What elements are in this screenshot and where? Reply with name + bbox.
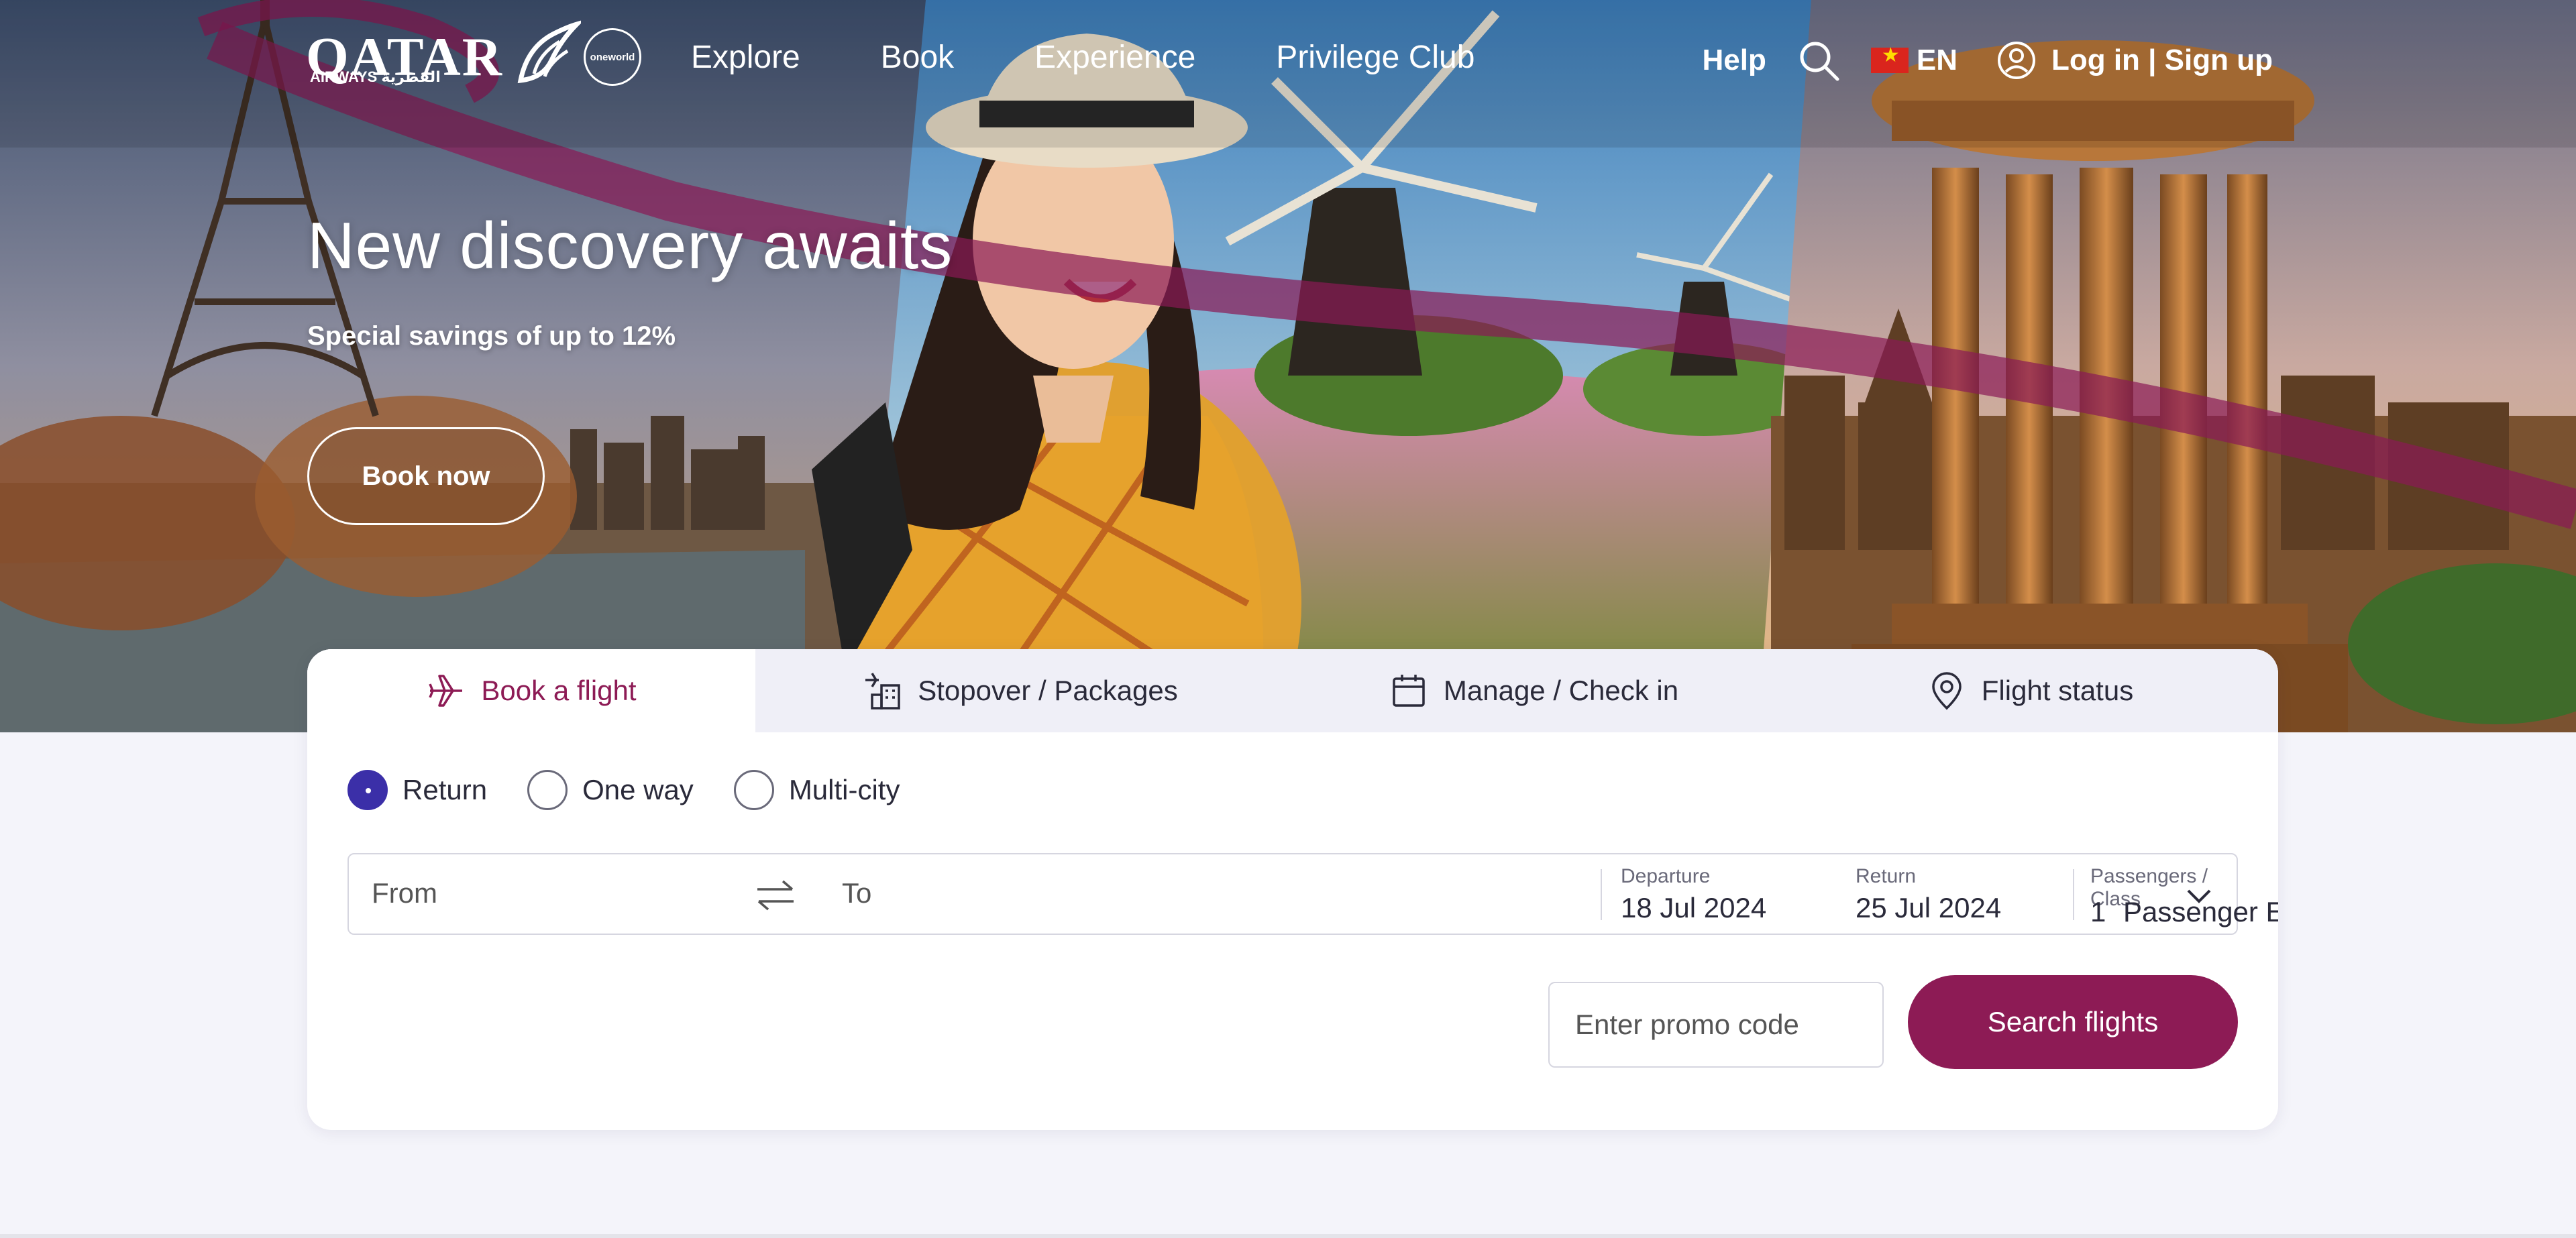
tab-label: Stopover / Packages <box>918 675 1178 706</box>
oneworld-badge[interactable]: oneworld <box>584 28 641 86</box>
return-value: 25 Jul 2024 <box>1856 892 2002 923</box>
tab-label: Manage / Check in <box>1443 675 1679 706</box>
tab-book-a-flight[interactable]: Book a flight <box>307 649 755 732</box>
booking-tabs: Book a flight Stopover / Packages Manage… <box>307 649 2278 732</box>
book-now-button[interactable]: Book now <box>307 427 545 525</box>
nav-book[interactable]: Book <box>881 39 954 76</box>
trip-type-selector: Return One way Multi-city <box>347 770 940 810</box>
flight-search-bar: From To Departure 18 Jul 2024 Return 25 … <box>347 853 2278 935</box>
calendar-icon <box>1393 675 1425 707</box>
oryx-icon <box>517 20 581 84</box>
radio-label: Return <box>402 774 488 805</box>
departure-label: Departure <box>1621 865 1711 887</box>
plane-icon <box>429 675 463 707</box>
qatar-airways-logo[interactable]: QATAR AIRWAYS القطرية <box>306 20 581 94</box>
location-pin-icon <box>1932 672 1962 710</box>
search-flights-button[interactable]: Search flights <box>1908 975 2238 1069</box>
main-nav: Explore Book Experience Privilege Club <box>691 39 1474 76</box>
booking-widget: Book a flight Stopover / Packages Manage… <box>307 649 2278 1130</box>
page-divider <box>0 1234 2576 1238</box>
utility-nav: Help EN Log in | Sign up <box>1702 39 2273 82</box>
language-selector[interactable]: EN <box>1917 44 1957 77</box>
vietnam-flag-icon <box>1870 44 1909 73</box>
radio-label: Multi-city <box>788 774 900 805</box>
trip-type-return[interactable]: Return <box>347 770 487 810</box>
trip-type-one-way[interactable]: One way <box>527 770 694 810</box>
swap-arrows-icon[interactable] <box>755 875 796 916</box>
user-icon[interactable] <box>1996 40 2037 80</box>
return-label: Return <box>1856 865 1917 887</box>
nav-privilege-club[interactable]: Privilege Club <box>1276 39 1474 76</box>
radio-label: One way <box>582 774 694 805</box>
logo-subtitle: AIRWAYS القطرية <box>310 68 441 85</box>
promo-code-input[interactable] <box>1548 982 1884 1068</box>
divider <box>2073 869 2074 920</box>
departure-value: 18 Jul 2024 <box>1621 892 1767 923</box>
hero-subtitle: Special savings of up to 12% <box>307 321 676 351</box>
site-header: QATAR AIRWAYS القطرية oneworld Explore B… <box>0 0 2576 127</box>
help-link[interactable]: Help <box>1702 44 1766 77</box>
tab-label: Book a flight <box>481 675 637 706</box>
hotel-plane-icon <box>865 673 900 710</box>
radio-checked-icon <box>347 770 388 810</box>
tab-flight-status[interactable]: Flight status <box>1782 649 2278 732</box>
nav-explore[interactable]: Explore <box>691 39 800 76</box>
trip-type-multi-city[interactable]: Multi-city <box>733 770 900 810</box>
passenger-count: 1 <box>2090 896 2106 927</box>
hero-copy: New discovery awaits Special savings of … <box>307 208 953 351</box>
divider <box>1601 869 1602 920</box>
from-field[interactable]: From <box>372 877 437 909</box>
tab-manage-check-in[interactable]: Manage / Check in <box>1285 649 1782 732</box>
search-icon[interactable] <box>1797 39 1840 82</box>
tab-label: Flight status <box>1981 675 2134 706</box>
login-signup-link[interactable]: Log in | Sign up <box>2051 44 2273 77</box>
radio-unchecked-icon <box>527 770 568 810</box>
radio-unchecked-icon <box>733 770 774 810</box>
nav-experience[interactable]: Experience <box>1034 39 1195 76</box>
tab-stopover-packages[interactable]: Stopover / Packages <box>755 649 1285 732</box>
chevron-down-icon[interactable] <box>2184 881 2214 911</box>
to-field[interactable]: To <box>842 877 871 909</box>
hero-title: New discovery awaits <box>307 209 953 282</box>
